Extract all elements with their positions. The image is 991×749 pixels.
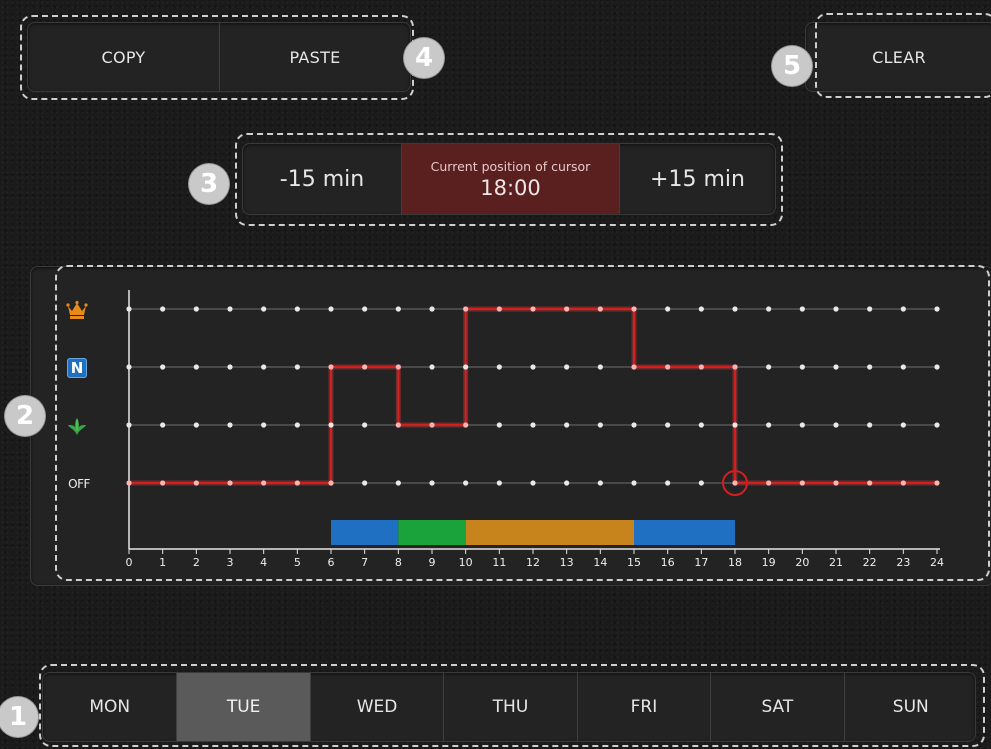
clipboard-highlight: [20, 15, 414, 100]
callout-badge-4: 4: [404, 38, 444, 78]
cursor-highlight: [235, 133, 783, 226]
callout-badge-2: 2: [5, 396, 45, 436]
schedule-highlight: [55, 265, 990, 581]
callout-badge-3: 3: [189, 164, 229, 204]
clear-highlight: [815, 13, 991, 98]
night-n-icon: N: [66, 357, 88, 379]
day-selector-highlight: [39, 664, 985, 747]
callout-badge-5: 5: [772, 46, 812, 86]
leaf-icon: [66, 416, 88, 438]
callout-badge-1: 1: [0, 697, 38, 737]
crown-icon: [66, 299, 88, 321]
mode-label-off: OFF: [68, 477, 90, 491]
